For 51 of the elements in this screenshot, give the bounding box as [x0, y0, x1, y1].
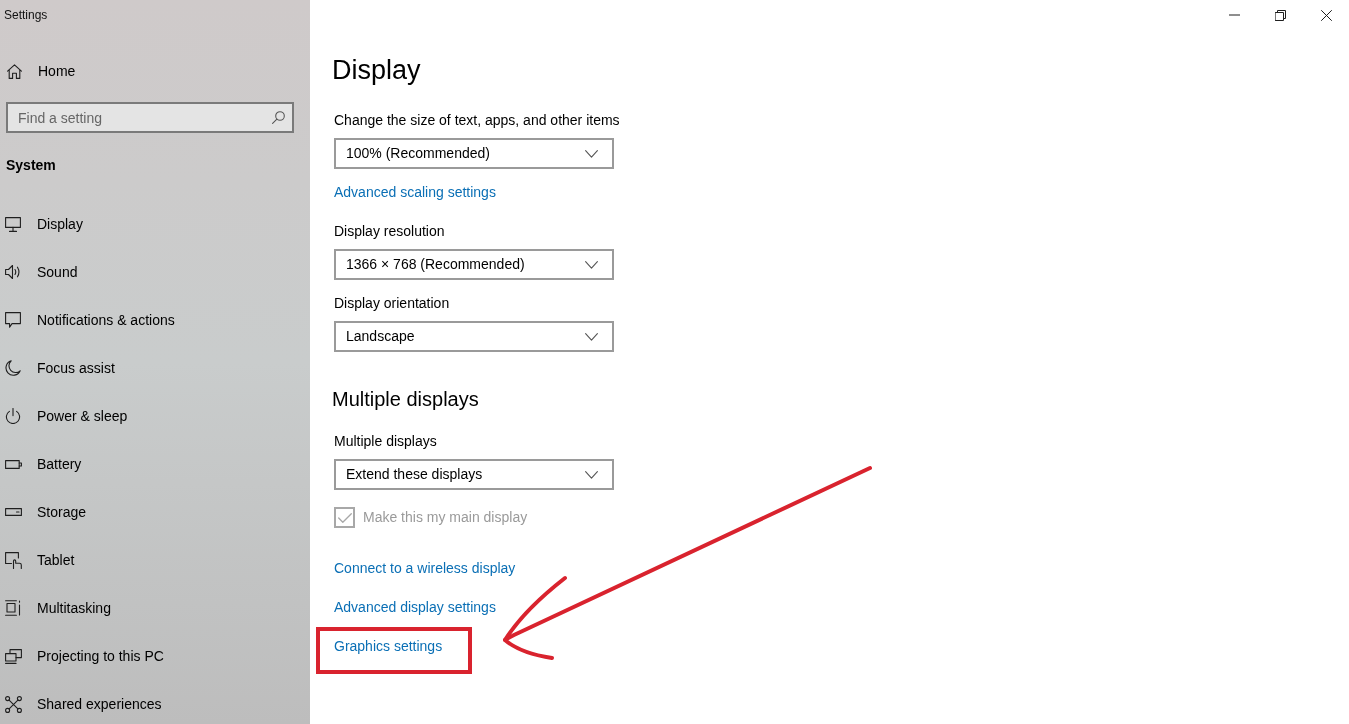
power-icon: [5, 408, 21, 424]
speaker-icon: [5, 264, 21, 280]
dropdown[interactable]: Landscape: [334, 321, 614, 352]
sidebar-item[interactable]: Display: [0, 204, 310, 244]
home-item[interactable]: Home: [0, 59, 310, 83]
sidebar-item[interactable]: Power & sleep: [0, 396, 310, 436]
field-label: Multiple displays: [334, 432, 437, 451]
drive-icon: [5, 508, 22, 516]
sidebar-item[interactable]: Tablet: [0, 540, 310, 580]
section-heading: Multiple displays: [332, 387, 479, 412]
checkbox-label: Make this my main display: [363, 508, 528, 527]
monitor-icon: [5, 216, 21, 232]
sidebar-item[interactable]: Projecting to this PC: [0, 636, 310, 676]
chevron-down-icon: [585, 260, 598, 269]
search-field[interactable]: Find a setting: [6, 102, 294, 133]
search-icon: [272, 111, 285, 124]
sidebar-item[interactable]: Sound: [0, 252, 310, 292]
sidebar-item[interactable]: Battery: [0, 444, 310, 484]
home-icon: [7, 63, 22, 79]
chevron-down-icon: [585, 332, 598, 341]
message-icon: [5, 312, 21, 328]
link[interactable]: Advanced display settings: [334, 597, 496, 617]
sidebar-item[interactable]: Focus assist: [0, 348, 310, 388]
battery-icon: [5, 459, 22, 469]
window-title: Settings: [4, 7, 48, 24]
dropdown[interactable]: Extend these displays: [334, 459, 614, 490]
restore-icon: [1274, 9, 1286, 21]
moon-icon: [5, 360, 21, 376]
page-title: Display: [332, 54, 421, 87]
sidebar-item[interactable]: Shared experiences: [0, 684, 310, 724]
dropdown[interactable]: 100% (Recommended): [334, 138, 614, 169]
checkmark-icon: [337, 512, 352, 523]
sidebar-item[interactable]: Storage: [0, 492, 310, 532]
link[interactable]: Graphics settings: [334, 636, 443, 656]
link[interactable]: Advanced scaling settings: [334, 182, 496, 202]
close-icon: [1320, 9, 1332, 21]
chevron-down-icon: [585, 470, 598, 479]
nodes-icon: [5, 695, 22, 713]
tablet-icon: [5, 551, 22, 569]
split-window-icon: [5, 600, 22, 616]
screens-icon: [5, 648, 22, 664]
field-label: Change the size of text, apps, and other items: [334, 111, 620, 130]
field-label: Display orientation: [334, 294, 450, 313]
sidebar-item[interactable]: Notifications & actions: [0, 300, 310, 340]
field-label: Display resolution: [334, 222, 445, 241]
sidebar-item[interactable]: Multitasking: [0, 588, 310, 628]
dropdown[interactable]: 1366 × 768 (Recommended): [334, 249, 614, 280]
section-heading: System: [6, 156, 57, 175]
chevron-down-icon: [585, 149, 598, 158]
minimize-icon: [1228, 14, 1240, 16]
link[interactable]: Connect to a wireless display: [334, 558, 516, 578]
